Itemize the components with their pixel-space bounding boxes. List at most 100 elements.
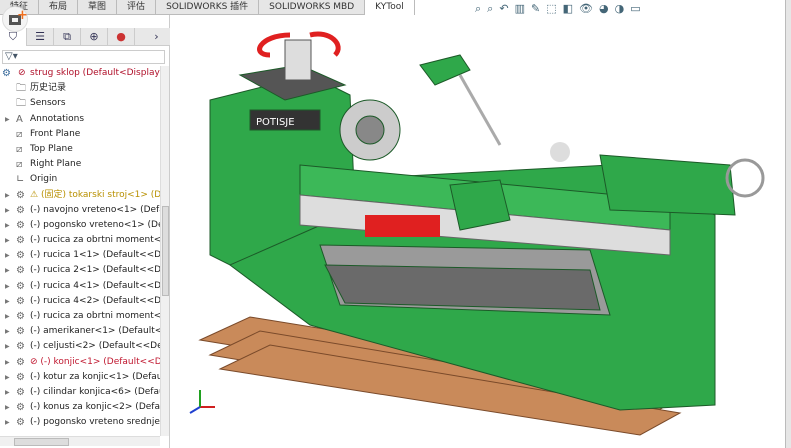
part-icon: ⚙ <box>16 189 25 201</box>
expand-arrow-icon[interactable]: ▶ <box>5 294 10 309</box>
triad-icon <box>189 390 215 414</box>
filter-icon[interactable]: ▽▾ <box>2 50 165 64</box>
edit-appearance-icon[interactable]: ◕ <box>599 2 609 16</box>
section-view-icon[interactable]: ▥ <box>515 2 525 16</box>
tree-item[interactable]: ▶ ⚙ ⚠ (固定) tokarski stroj<1> (De <box>0 188 160 203</box>
view-settings-icon[interactable]: ▭ <box>630 2 640 16</box>
tabs-more-chevron-icon[interactable]: › <box>143 28 170 46</box>
tree-item[interactable]: ▶ ⚙ (-) rucica 2<1> (Default<<Defa <box>0 263 160 278</box>
command-tab[interactable]: SOLIDWORKS 插件 <box>156 0 260 15</box>
tree-item[interactable]: ▶ ⚙ (-) cilindar konjica<6> (Default <box>0 385 160 400</box>
model-nameplate: POTISJE <box>256 117 295 128</box>
tree-item[interactable]: ▶ ⚙ (-) konus za konjic<2> (Default <box>0 400 160 415</box>
part-icon: ⚙ <box>16 341 25 353</box>
view-orientation-icon[interactable]: ⬚ <box>546 2 556 16</box>
command-tab[interactable]: KYTool <box>365 0 415 15</box>
expand-arrow-icon[interactable]: ▶ <box>5 355 10 370</box>
dimxpert-manager-tab[interactable]: ⊕ <box>81 28 108 46</box>
expand-arrow-icon[interactable]: ▶ <box>5 400 10 415</box>
plane-icon: ⧄ <box>16 143 23 155</box>
expand-arrow-icon[interactable]: ▶ <box>5 233 10 248</box>
expand-arrow-icon[interactable]: ▶ <box>5 309 10 324</box>
tree-item-label: (-) navojno vreteno<1> (Defaul <box>30 204 160 215</box>
tree-item[interactable]: ▶ ⚙ (-) celjusti<2> (Default<<Defau <box>0 339 160 354</box>
expand-arrow-icon[interactable]: ▶ <box>5 339 10 354</box>
expand-arrow-icon[interactable]: ▶ <box>5 279 10 294</box>
tree-item[interactable]: ▶ ⚙ (-) rucica 4<1> (Default<<Defa <box>0 279 160 294</box>
tree-item[interactable]: ⧄ Top Plane <box>0 142 160 157</box>
command-tab[interactable]: SOLIDWORKS MBD <box>259 0 366 15</box>
tree-item-label: Origin <box>30 174 58 185</box>
tree-horizontal-scrollbar[interactable] <box>0 436 160 446</box>
expand-arrow-icon[interactable]: ▶ <box>5 370 10 385</box>
app-logo: + <box>2 6 28 32</box>
property-manager-tab[interactable]: ☰ <box>27 28 54 46</box>
tree-item-label: (-) amerikaner<1> (Default<<D <box>30 326 160 337</box>
tree-item-label: (-) rucica 4<2> (Default<<Defa <box>30 295 160 306</box>
dynamic-annotation-icon[interactable]: ✎ <box>531 2 540 16</box>
tree-item-label: (-) rucica 4<1> (Default<<Defa <box>30 280 160 291</box>
warning-icon: ⚠ <box>30 189 41 200</box>
part-icon: ⚙ <box>16 295 25 307</box>
tree-item-label: Top Plane <box>30 143 73 154</box>
expand-arrow-icon[interactable]: ▶ <box>5 248 10 263</box>
tree-item[interactable]: 🗀 历史记录 <box>0 81 160 96</box>
tree-item[interactable]: ▶ ⚙ (-) pogonsko vreteno srednje< <box>0 415 160 430</box>
plane-icon: ⧄ <box>16 128 23 140</box>
expand-arrow-icon[interactable]: ▶ <box>5 415 10 430</box>
red-markup <box>365 215 440 237</box>
tree-item[interactable]: ▶ ⚙ (-) navojno vreteno<1> (Defaul <box>0 203 160 218</box>
scrollbar-thumb[interactable] <box>162 206 169 296</box>
assembly-icon: ⚙ <box>2 68 11 79</box>
annotations-folder-icon: A <box>16 113 23 125</box>
command-tab[interactable]: 评估 <box>117 0 157 15</box>
tree-item-label: (-) rucica za obrtni moment<2> <box>30 311 160 321</box>
tree-item[interactable]: ▶ ⚙ (-) rucica 4<2> (Default<<Defa <box>0 294 160 309</box>
graphics-viewport[interactable]: POTISJE <box>170 15 785 448</box>
tree-item-label: (-) rucica 1<1> (Default<<Defa <box>30 250 160 261</box>
hide-show-icon[interactable]: 👁 <box>579 2 593 16</box>
part-icon: ⚙ <box>16 402 25 414</box>
command-tab[interactable]: 布局 <box>39 0 79 15</box>
tree-item[interactable]: ▶ ⚙ (-) pogonsko vreteno<1> (Defa <box>0 218 160 233</box>
error-icon: ⊘ <box>18 68 26 78</box>
tree-item[interactable]: ⧄ Right Plane <box>0 157 160 172</box>
zoom-to-fit-icon[interactable]: ⌕ <box>475 2 481 16</box>
tree-item[interactable]: ▶ ⚙ (-) rucica 1<1> (Default<<Defa <box>0 248 160 263</box>
plane-icon: ⧄ <box>16 159 23 171</box>
tree-item-label: strug sklop (Default<Display S <box>30 68 160 78</box>
tree-root-assembly[interactable]: ⚙ ⊘ strug sklop (Default<Display S <box>0 66 160 81</box>
tree-vertical-scrollbar[interactable] <box>160 66 169 436</box>
tree-item-label: 历史记录 <box>30 83 67 94</box>
expand-arrow-icon[interactable]: ▶ <box>5 385 10 400</box>
expand-arrow-icon[interactable]: ▶ <box>5 218 10 233</box>
tree-item[interactable]: ▶ ⚙ (-) rucica za obrtni moment<1> <box>0 233 160 248</box>
apply-scene-icon[interactable]: ◑ <box>615 2 625 16</box>
expand-arrow-icon[interactable]: ▶ <box>5 203 10 218</box>
configuration-manager-tab[interactable]: ⧉ <box>54 28 81 46</box>
scrollbar-thumb[interactable] <box>14 438 69 446</box>
rotation-center-icon[interactable] <box>550 142 570 162</box>
previous-view-icon[interactable]: ↶ <box>499 2 508 16</box>
zoom-area-icon[interactable]: ⌕ <box>487 2 493 16</box>
expand-arrow-icon[interactable]: ▶ <box>5 324 10 339</box>
command-tab[interactable]: 草图 <box>78 0 118 15</box>
tree-item[interactable]: ▶ A Annotations <box>0 112 160 127</box>
tree-item-label: (-) konus za konjic<2> (Default <box>30 402 160 413</box>
tree-item[interactable]: ∟ Origin <box>0 172 160 187</box>
expand-arrow-icon[interactable]: ▶ <box>5 188 10 203</box>
display-style-icon[interactable]: ◧ <box>563 2 573 16</box>
tree-item[interactable]: ▶ ⚙ (-) amerikaner<1> (Default<<D <box>0 324 160 339</box>
tree-item[interactable]: ⧄ Front Plane <box>0 127 160 142</box>
expand-arrow-icon[interactable]: ▶ <box>5 112 10 127</box>
tree-item[interactable]: ▶ ⚙ (-) kotur za konjic<1> (Default< <box>0 370 160 385</box>
part-icon: ⚙ <box>16 204 25 216</box>
tree-item[interactable]: ▶ ⚙ ⊘ (-) konjic<1> (Default<<De <box>0 355 160 370</box>
command-manager-tabs: 特征布局草图评估SOLIDWORKS 插件SOLIDWORKS MBDKYToo… <box>0 0 415 15</box>
display-manager-tab[interactable]: ● <box>108 28 135 46</box>
expand-arrow-icon[interactable]: ▶ <box>5 263 10 278</box>
tree-item[interactable]: 🗀 Sensors <box>0 96 160 111</box>
tree-item-label: Front Plane <box>30 128 81 139</box>
tree-item[interactable]: ▶ ⚙ (-) rucica za obrtni moment<2> <box>0 309 160 324</box>
part-icon: ⚙ <box>16 280 25 292</box>
